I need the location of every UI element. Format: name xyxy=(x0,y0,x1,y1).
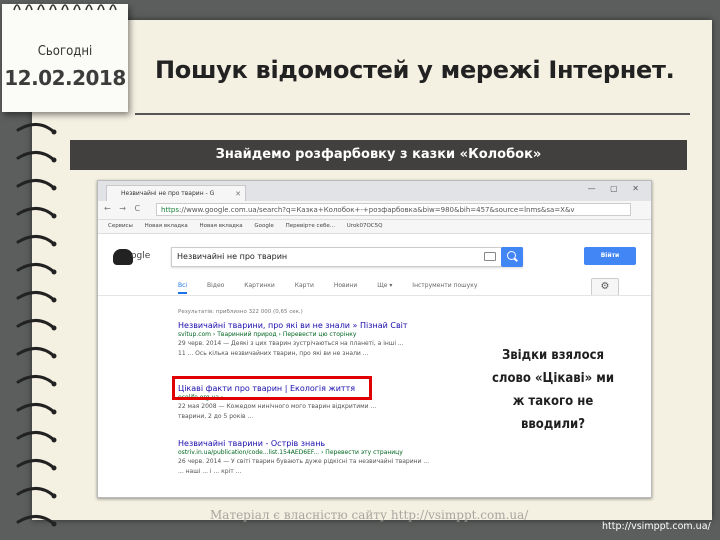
result-snippet: 22 мая 2008 — Кожедом нинічного мого тва… xyxy=(178,403,377,410)
callout-line: Звідки взялося xyxy=(501,348,605,363)
search-result: Незвичайні тварини, про які ви не знали … xyxy=(178,321,458,358)
bookmark-item[interactable]: Urok07OC5Q xyxy=(347,220,383,233)
close-tab-icon[interactable]: ✕ xyxy=(235,186,241,201)
window-controls[interactable]: — ▢ ✕ xyxy=(588,184,645,193)
tab-news[interactable]: Новини xyxy=(334,282,357,289)
result-snippet: 29 черв. 2014 — Деякі з цих тварин зустр… xyxy=(178,340,404,347)
browser-tabbar: Незвичайні не про тварин - G ✕ — ▢ ✕ xyxy=(98,181,651,201)
question-callout: Звідки взялося слово «Цікаві» ми ж таког… xyxy=(470,344,636,436)
result-url[interactable]: ostriv.in.ua/publication/code...list.154… xyxy=(178,449,458,456)
tab-all[interactable]: Всі xyxy=(178,282,188,294)
gear-icon[interactable]: ⚙ xyxy=(591,278,619,296)
search-result: Незвичайні тварини - Острів знань ostriv… xyxy=(178,439,458,476)
callout-line: слово «Цікаві» ми xyxy=(491,371,615,386)
tab-maps[interactable]: Карти xyxy=(295,282,314,289)
google-wordmark: ogle xyxy=(131,251,151,261)
browser-tab[interactable]: Незвичайні не про тварин - G ✕ xyxy=(106,185,246,201)
bookmark-item[interactable]: Новая вкладка xyxy=(145,220,188,233)
task-banner: Знайдемо розфарбовку з казки «Колобок» xyxy=(70,140,687,170)
result-snippet: 11 ... Ось кілька незвичайних тварин, пр… xyxy=(178,350,369,357)
result-title[interactable]: Незвичайні тварини - Острів знань xyxy=(178,439,458,448)
highlight-box xyxy=(172,376,372,400)
bookmark-item[interactable]: Новая вкладка xyxy=(200,220,243,233)
results-count: Результатів: приблизно 322 000 (0,65 сек… xyxy=(178,309,303,315)
tab-title: Незвичайні не про тварин - G xyxy=(121,190,215,197)
slide-title: Пошук відомостей у мережі Інтернет. xyxy=(155,56,675,84)
url-field[interactable]: https://www.google.com.ua/search?q=Казка… xyxy=(156,203,631,216)
tab-images[interactable]: Картинки xyxy=(244,282,275,289)
result-snippet: 26 черв. 2014 — У світі тварин бувають д… xyxy=(178,458,430,465)
result-snippet: тварини, 2 до 5 років ... xyxy=(178,413,254,420)
tabs-divider xyxy=(98,295,651,296)
today-label: Сьогодні xyxy=(37,44,93,59)
result-title[interactable]: Незвичайні тварини, про які ви не знали … xyxy=(178,321,458,330)
binder-rings-icon xyxy=(16,123,57,527)
bookmark-item[interactable]: Сервисы xyxy=(108,220,133,233)
browser-screenshot: Незвичайні не про тварин - G ✕ — ▢ ✕ ← →… xyxy=(97,180,652,498)
google-logo[interactable]: ogle xyxy=(113,249,159,265)
result-url[interactable]: svitup.com › Тваринний природ › Перевест… xyxy=(178,331,458,338)
search-tabs: Всі Відео Картинки Карти Новини Ще ▾ Інс… xyxy=(178,282,495,294)
bookmark-item[interactable]: Google xyxy=(254,220,273,233)
signin-button[interactable]: Війти xyxy=(584,247,636,265)
title-divider xyxy=(135,113,690,115)
search-button[interactable] xyxy=(501,247,523,267)
url-rest: ://www.google.com.ua/search?q=Казка+Коло… xyxy=(179,206,575,214)
tab-tools[interactable]: Інструменти пошуку xyxy=(412,282,477,289)
address-bar: ← → C https://www.google.com.ua/search?q… xyxy=(98,201,651,220)
tab-video[interactable]: Відео xyxy=(207,282,224,289)
date-note: Сьогодні 12.02.2018 xyxy=(2,4,128,112)
spiral-binding-icon xyxy=(13,4,117,11)
bookmark-item[interactable]: Перевірте себе... xyxy=(286,220,335,233)
tab-more[interactable]: Ще ▾ xyxy=(377,282,392,289)
search-query: Незвичайні не про тварин xyxy=(177,252,288,261)
keyboard-icon[interactable] xyxy=(484,252,496,261)
date-text: 12.02.2018 xyxy=(4,66,126,90)
doodle-icon xyxy=(113,249,133,265)
callout-line: ж такого не xyxy=(512,394,594,409)
bookmarks-bar: Сервисы Новая вкладка Новая вкладка Goog… xyxy=(98,220,651,234)
callout-line: вводили? xyxy=(520,417,586,432)
url-scheme: https xyxy=(161,206,180,214)
nav-buttons[interactable]: ← → C xyxy=(104,204,143,213)
watermark-text: Матеріал є власністю сайту http://vsimpp… xyxy=(210,508,529,522)
search-input[interactable]: Незвичайні не про тварин xyxy=(171,247,523,267)
result-snippet: ... наші ... і ... кріт ... xyxy=(178,468,242,475)
site-url[interactable]: http://vsimppt.com.ua/ xyxy=(602,521,711,532)
